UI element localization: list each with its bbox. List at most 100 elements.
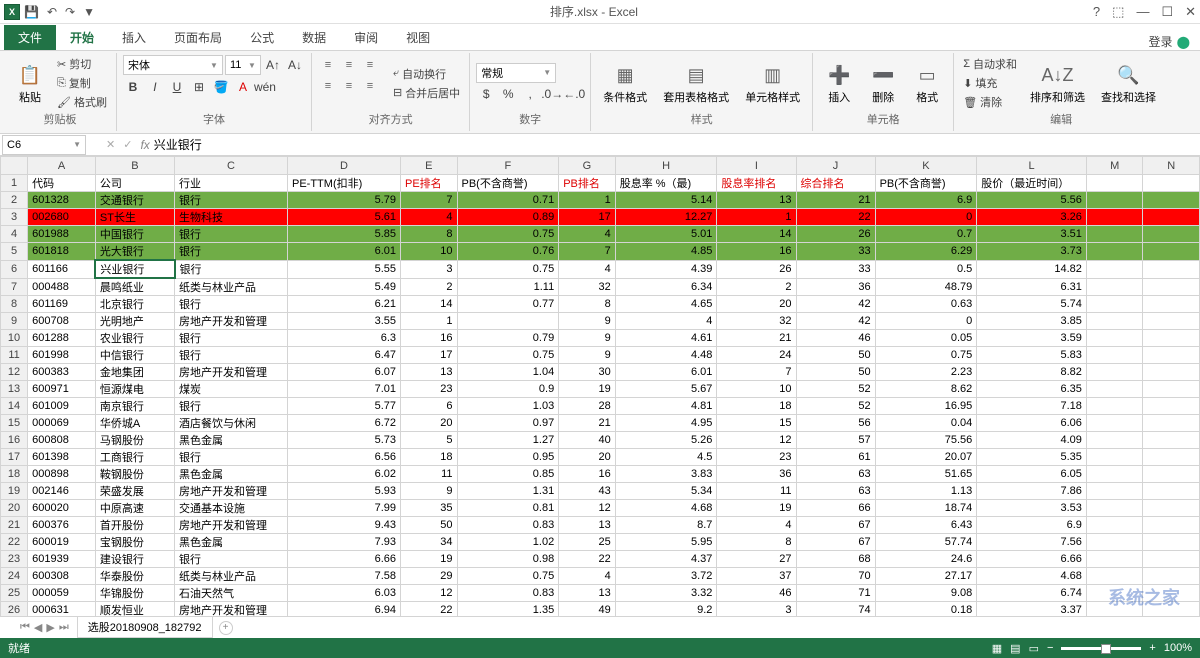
- tab-view[interactable]: 视图: [392, 25, 444, 50]
- cell[interactable]: 0.77: [457, 296, 559, 313]
- sort-filter-button[interactable]: A↓Z排序和筛选: [1024, 55, 1091, 111]
- cell[interactable]: 0.98: [457, 551, 559, 568]
- format-painter-button[interactable]: 🖌 格式刷: [54, 93, 110, 111]
- column-header-N[interactable]: N: [1143, 157, 1200, 175]
- cell[interactable]: 29: [401, 568, 458, 585]
- cell[interactable]: 3: [401, 260, 458, 278]
- cell[interactable]: 银行: [175, 226, 288, 243]
- cell[interactable]: 6.07: [288, 364, 401, 381]
- cell[interactable]: 酒店餐饮与休闲: [175, 415, 288, 432]
- cell[interactable]: 19: [717, 500, 796, 517]
- cell[interactable]: 50: [796, 364, 875, 381]
- cell[interactable]: 0.75: [457, 260, 559, 278]
- cell[interactable]: [1143, 243, 1200, 261]
- cell[interactable]: [1086, 296, 1143, 313]
- header-cell[interactable]: 股价（最近时间）: [977, 175, 1087, 192]
- select-all-corner[interactable]: [1, 157, 28, 175]
- decrease-font-icon[interactable]: A↓: [285, 55, 305, 75]
- cell[interactable]: 57: [796, 432, 875, 449]
- cell[interactable]: 4.37: [615, 551, 717, 568]
- cell[interactable]: 房地产开发和管理: [175, 313, 288, 330]
- tab-page-layout[interactable]: 页面布局: [160, 25, 236, 50]
- cell[interactable]: [1143, 330, 1200, 347]
- cell[interactable]: 13: [401, 364, 458, 381]
- cell[interactable]: [1086, 534, 1143, 551]
- cell[interactable]: 光明地产: [95, 313, 174, 330]
- cut-button[interactable]: ✂ 剪切: [54, 55, 110, 73]
- cell[interactable]: 56: [796, 415, 875, 432]
- column-header-J[interactable]: J: [796, 157, 875, 175]
- cell[interactable]: [1086, 243, 1143, 261]
- undo-icon[interactable]: ↶: [47, 5, 57, 19]
- cell[interactable]: 5.26: [615, 432, 717, 449]
- cell[interactable]: 8: [717, 534, 796, 551]
- cell[interactable]: 27.17: [875, 568, 977, 585]
- cell[interactable]: 6.66: [977, 551, 1087, 568]
- cell[interactable]: 6.3: [288, 330, 401, 347]
- merge-center-button[interactable]: ⊟ 合并后居中: [390, 84, 463, 102]
- cell[interactable]: 63: [796, 483, 875, 500]
- cell[interactable]: 银行: [175, 260, 288, 278]
- cell[interactable]: 48.79: [875, 278, 977, 296]
- cell[interactable]: 交通银行: [95, 192, 174, 209]
- cell[interactable]: 4.68: [977, 568, 1087, 585]
- cell[interactable]: 4.48: [615, 347, 717, 364]
- cell[interactable]: 中国银行: [95, 226, 174, 243]
- cell[interactable]: 50: [401, 517, 458, 534]
- cell[interactable]: 21: [796, 192, 875, 209]
- row-header[interactable]: 12: [1, 364, 28, 381]
- zoom-slider[interactable]: [1061, 647, 1141, 650]
- format-cells-button[interactable]: ▭格式: [907, 55, 947, 111]
- cell[interactable]: 6.9: [977, 517, 1087, 534]
- cell[interactable]: 17: [559, 209, 616, 226]
- number-format-select[interactable]: 常规▼: [476, 63, 556, 83]
- row-header[interactable]: 20: [1, 500, 28, 517]
- cell[interactable]: 25: [559, 534, 616, 551]
- cell[interactable]: 兴业银行: [95, 260, 174, 278]
- header-cell[interactable]: 综合排名: [796, 175, 875, 192]
- cell[interactable]: 12.27: [615, 209, 717, 226]
- cell[interactable]: [1143, 192, 1200, 209]
- column-header-D[interactable]: D: [288, 157, 401, 175]
- bold-button[interactable]: B: [123, 77, 143, 97]
- copy-button[interactable]: ⎘ 复制: [54, 74, 110, 92]
- confirm-fx-icon[interactable]: ✓: [123, 138, 132, 151]
- cell[interactable]: 600808: [28, 432, 96, 449]
- cell[interactable]: 0.97: [457, 415, 559, 432]
- tab-file[interactable]: 文件: [4, 25, 56, 50]
- cell[interactable]: 4: [401, 209, 458, 226]
- cell[interactable]: [1086, 192, 1143, 209]
- cell[interactable]: 3.51: [977, 226, 1087, 243]
- tab-insert[interactable]: 插入: [108, 25, 160, 50]
- header-cell[interactable]: PB(不含商誉): [457, 175, 559, 192]
- cell[interactable]: [1143, 278, 1200, 296]
- cell[interactable]: [1143, 466, 1200, 483]
- increase-font-icon[interactable]: A↑: [263, 55, 283, 75]
- cell[interactable]: 601398: [28, 449, 96, 466]
- cell[interactable]: 6.47: [288, 347, 401, 364]
- column-header-B[interactable]: B: [95, 157, 174, 175]
- cell[interactable]: 6.35: [977, 381, 1087, 398]
- cell[interactable]: [1143, 364, 1200, 381]
- column-header-I[interactable]: I: [717, 157, 796, 175]
- cell[interactable]: [1086, 313, 1143, 330]
- phonetic-button[interactable]: wén: [255, 77, 275, 97]
- cell[interactable]: 4.5: [615, 449, 717, 466]
- cell[interactable]: 3.32: [615, 585, 717, 602]
- delete-cells-button[interactable]: ➖删除: [863, 55, 903, 111]
- cell[interactable]: 6.02: [288, 466, 401, 483]
- cell[interactable]: [457, 313, 559, 330]
- font-name-select[interactable]: 宋体▼: [123, 55, 223, 75]
- cell[interactable]: 7.01: [288, 381, 401, 398]
- fill-color-button[interactable]: 🪣: [211, 77, 231, 97]
- cell[interactable]: 601998: [28, 347, 96, 364]
- cell[interactable]: 70: [796, 568, 875, 585]
- cell[interactable]: 22: [559, 551, 616, 568]
- cell[interactable]: 银行: [175, 398, 288, 415]
- zoom-in-icon[interactable]: +: [1149, 642, 1155, 654]
- zoom-level[interactable]: 100%: [1164, 642, 1192, 654]
- cell[interactable]: 1.35: [457, 602, 559, 617]
- row-header[interactable]: 25: [1, 585, 28, 602]
- tab-formulas[interactable]: 公式: [236, 25, 288, 50]
- cell[interactable]: [1086, 551, 1143, 568]
